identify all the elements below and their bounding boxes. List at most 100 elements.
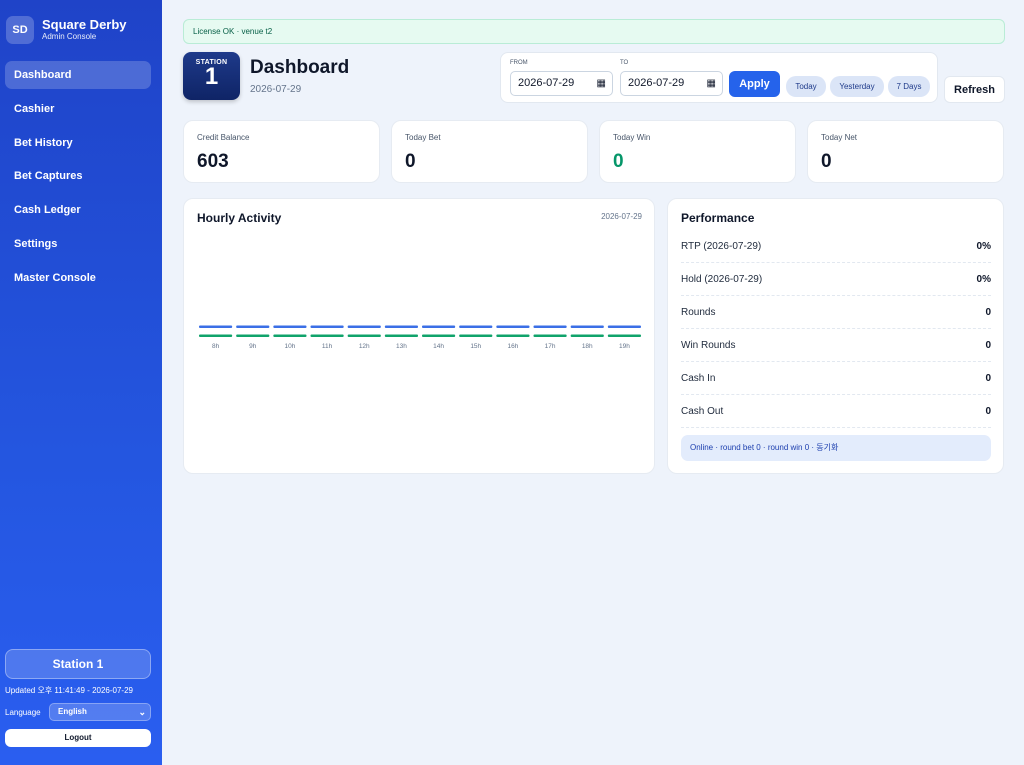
to-date-input[interactable]: 2026-07-29 ▦ xyxy=(620,71,723,96)
bar-series-2-12h xyxy=(347,334,381,337)
sidebar-item-bet-captures[interactable]: Bet Captures xyxy=(5,162,151,190)
sidebar: SD Square Derby Admin Console Dashboard … xyxy=(0,0,162,765)
sidebar-nav: Dashboard Cashier Bet History Bet Captur… xyxy=(5,61,151,298)
language-row: Language English ⌄ xyxy=(5,703,151,721)
bar-series-2-18h xyxy=(570,334,604,337)
bar-series-1-18h xyxy=(570,325,604,328)
x-tick-label: 16h xyxy=(507,343,518,350)
perf-row-rounds: Rounds 0 xyxy=(681,296,991,329)
bar-series-1-11h xyxy=(310,325,344,328)
today-chip[interactable]: Today xyxy=(786,76,826,97)
sidebar-item-master-console[interactable]: Master Console xyxy=(5,264,151,292)
logout-button[interactable]: Logout xyxy=(5,729,151,747)
x-tick-label: 13h xyxy=(396,343,407,350)
performance-panel: Performance RTP (2026-07-29) 0% Hold (20… xyxy=(667,198,1004,474)
perf-row-cash-out: Cash Out 0 xyxy=(681,395,991,428)
perf-row-hold: Hold (2026-07-29) 0% xyxy=(681,263,991,296)
stat-value-win: 0 xyxy=(613,151,624,172)
sidebar-item-bet-history[interactable]: Bet History xyxy=(5,129,151,157)
language-value: English xyxy=(58,707,87,716)
seven-days-chip[interactable]: 7 Days xyxy=(888,76,930,97)
stat-value: 0 xyxy=(405,151,416,172)
bar-series-2-15h xyxy=(459,334,493,337)
bar-series-2-14h xyxy=(422,334,456,337)
page-date: 2026-07-29 xyxy=(250,84,302,95)
bar-series-2-19h xyxy=(607,334,641,337)
perf-value: 0% xyxy=(976,274,991,285)
sidebar-item-cash-ledger[interactable]: Cash Ledger xyxy=(5,196,151,224)
x-tick-label: 15h xyxy=(470,343,481,350)
stat-label: Credit Balance xyxy=(197,133,250,142)
bar-series-2-16h xyxy=(496,334,530,337)
status-note: Online · round bet 0 · round win 0 · 동기화 xyxy=(681,435,991,461)
bar-series-1-8h xyxy=(199,325,233,328)
stat-label: Today Win xyxy=(613,133,651,142)
perf-label: Cash Out xyxy=(681,406,724,417)
x-tick-label: 10h xyxy=(284,343,295,350)
x-tick-label: 18h xyxy=(582,343,593,350)
station-tile-number: 1 xyxy=(204,63,219,90)
date-range-panel: FROM TO 2026-07-29 ▦ 2026-07-29 ▦ Apply … xyxy=(500,52,938,103)
sidebar-item-dashboard[interactable]: Dashboard xyxy=(5,61,151,89)
perf-value: 0% xyxy=(976,241,991,252)
stat-card-credit-balance: Credit Balance 603 xyxy=(183,120,380,183)
stat-label: Today Net xyxy=(821,133,858,142)
stat-value: 0 xyxy=(821,151,832,172)
bar-series-1-15h xyxy=(459,325,493,328)
sidebar-item-settings[interactable]: Settings xyxy=(5,230,151,258)
to-date-value: 2026-07-29 xyxy=(628,77,685,89)
bar-series-1-17h xyxy=(533,325,567,328)
stat-card-today-win: Today Win 0 xyxy=(599,120,796,183)
bar-series-2-9h xyxy=(236,334,270,337)
perf-row-win-rounds: Win Rounds 0 xyxy=(681,329,991,362)
x-tick-label: 9h xyxy=(249,343,257,350)
bar-series-1-14h xyxy=(422,325,456,328)
brand-logo: SD xyxy=(6,16,34,44)
last-updated: Updated 오후 11:41:49 - 2026-07-29 xyxy=(5,686,133,695)
perf-value: 0 xyxy=(985,406,991,417)
calendar-icon[interactable]: ▦ xyxy=(597,72,606,95)
stat-value: 603 xyxy=(197,151,229,172)
x-tick-label: 8h xyxy=(212,343,220,350)
x-tick-label: 11h xyxy=(322,343,333,350)
to-label: TO xyxy=(620,60,629,66)
perf-label: Win Rounds xyxy=(681,340,736,351)
bar-series-2-13h xyxy=(384,334,418,337)
x-tick-label: 14h xyxy=(433,343,444,350)
from-date-value: 2026-07-29 xyxy=(518,77,575,89)
brand: SD Square Derby Admin Console xyxy=(6,16,127,44)
station-tile: STATION 1 xyxy=(183,52,240,100)
sidebar-item-cashier[interactable]: Cashier xyxy=(5,95,151,123)
apply-button[interactable]: Apply xyxy=(729,71,780,97)
bar-series-1-10h xyxy=(273,325,307,328)
stat-card-today-net: Today Net 0 xyxy=(807,120,1004,183)
bar-series-1-19h xyxy=(607,325,641,328)
perf-value: 0 xyxy=(985,340,991,351)
perf-value: 0 xyxy=(985,373,991,384)
from-label: FROM xyxy=(510,60,528,66)
language-select[interactable]: English ⌄ xyxy=(49,703,151,721)
bar-series-2-8h xyxy=(199,334,233,337)
yesterday-chip[interactable]: Yesterday xyxy=(830,76,884,97)
perf-row-cash-in: Cash In 0 xyxy=(681,362,991,395)
chevron-down-icon: ⌄ xyxy=(138,707,146,717)
perf-label: Hold (2026-07-29) xyxy=(681,274,763,285)
refresh-button[interactable]: Refresh xyxy=(944,76,1005,103)
hourly-chart: 8h 9h 10h 11h 12h 13h 14h 15h 16h 17h 18h 19h xyxy=(199,325,641,350)
language-label: Language xyxy=(5,707,41,717)
brand-subtitle: Admin Console xyxy=(42,32,97,41)
from-date-input[interactable]: 2026-07-29 ▦ xyxy=(510,71,613,96)
station-indicator: Station 1 xyxy=(5,649,151,679)
bar-series-1-12h xyxy=(347,325,381,328)
x-tick-label: 19h xyxy=(619,343,630,350)
perf-value: 0 xyxy=(985,307,991,318)
perf-label: RTP (2026-07-29) xyxy=(681,241,762,252)
bar-series-1-13h xyxy=(384,325,418,328)
bar-series-2-10h xyxy=(273,334,307,337)
bar-series-1-16h xyxy=(496,325,530,328)
bar-series-2-11h xyxy=(310,334,344,337)
stat-label: Today Bet xyxy=(405,133,441,142)
calendar-icon[interactable]: ▦ xyxy=(707,72,716,95)
x-tick-label: 12h xyxy=(359,343,370,350)
performance-title: Performance xyxy=(681,211,755,225)
